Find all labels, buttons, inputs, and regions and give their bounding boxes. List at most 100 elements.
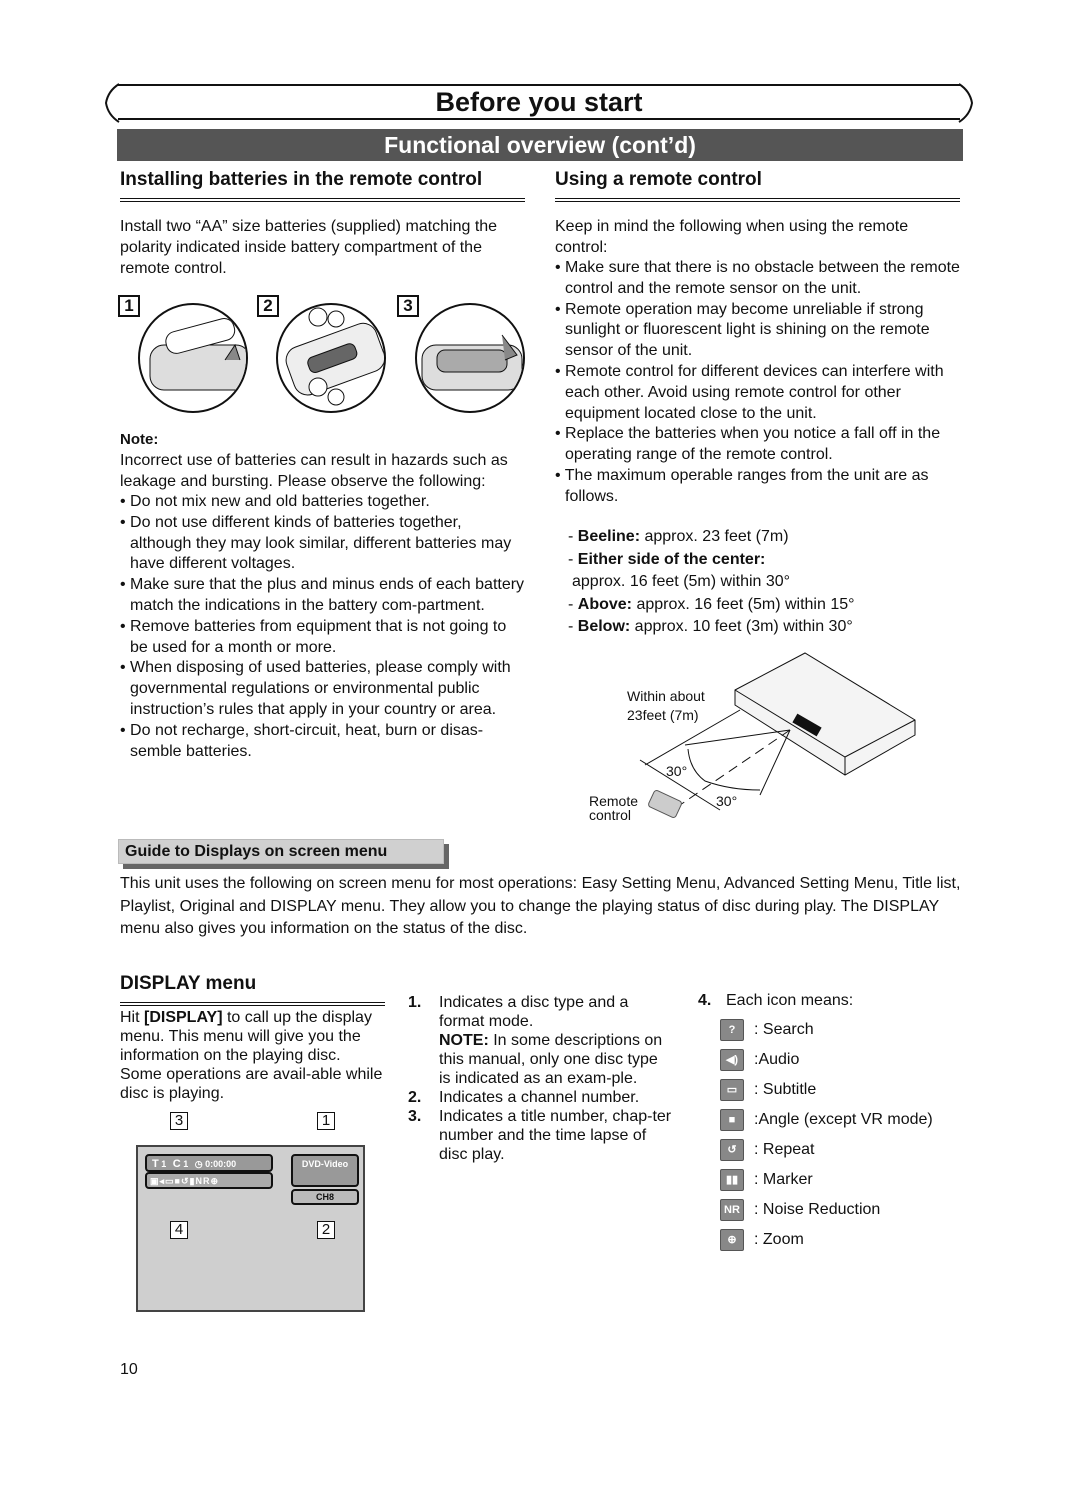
list-item: 1. Indicates a disc type and a format mod…	[408, 993, 673, 1031]
remote-heading: Using a remote control	[555, 168, 960, 202]
icon-legend-label: : Repeat	[754, 1141, 815, 1158]
icon-legend-item: ? : Search	[720, 1015, 968, 1045]
battery-step-1-image	[138, 303, 248, 413]
list-item: Make sure that the plus and minus ends o…	[120, 575, 525, 617]
list-item: Remote operation may become unreliable i…	[555, 300, 963, 362]
angle-icon: ■	[720, 1109, 744, 1131]
list-item: Remove batteries from equipment that is …	[120, 617, 525, 659]
angle-label: 30°	[716, 793, 738, 809]
elapsed-time: 0:00:00	[205, 1159, 237, 1169]
battery-precautions-list: Do not mix new and old batteries togethe…	[120, 492, 525, 762]
list-item: NOTE: In some descriptions on this manua…	[408, 1031, 673, 1088]
step-number: 3	[397, 295, 419, 317]
item-text: Indicates a disc type and a format mode.	[439, 994, 629, 1030]
zoom-icon: ⊕	[720, 1229, 744, 1251]
list-item: 2. Indicates a channel number.	[408, 1088, 673, 1107]
list-item: Do not mix new and old batteries togethe…	[120, 492, 525, 513]
battery-steps-illustration: 1 2 3	[118, 295, 528, 415]
list-item: 3. Indicates a title number, chap-ter num…	[408, 1107, 673, 1164]
icon-legend-item: ↺ : Repeat	[720, 1135, 968, 1165]
list-item: Do not use different kinds of batteries …	[120, 513, 525, 575]
list-item: Remote control for different devices can…	[555, 362, 963, 424]
icon-legend-item: NR : Noise Reduction	[720, 1195, 968, 1225]
item-text: NOTE: In some descriptions on this manua…	[428, 1031, 673, 1088]
diagram-text: Remote	[589, 793, 639, 809]
page-number: 10	[120, 1361, 138, 1378]
icon-legend-item: ◀) :Audio	[720, 1045, 968, 1075]
search-icon: ?	[720, 1019, 744, 1041]
item-number	[408, 1031, 428, 1088]
title-icon: T	[152, 1158, 159, 1170]
remote-tips-list: Make sure that there is no obstacle betw…	[555, 258, 963, 508]
marker-icon: ▮▮	[720, 1169, 744, 1191]
display-menu-explanations: 1. Indicates a disc type and a format mod…	[408, 993, 673, 1164]
chapter-title-text: Before you start	[435, 87, 643, 117]
icon-legend-label: : Noise Reduction	[754, 1201, 881, 1218]
guide-text: This unit uses the following on screen m…	[120, 875, 961, 937]
audio-icon: ◀)	[720, 1049, 744, 1071]
callout-number: 1	[317, 1112, 335, 1130]
osd-status-row: T 1 C 1 ◷ 0:00:00	[145, 1154, 273, 1172]
batteries-heading: Installing batteries in the remote contr…	[120, 168, 525, 202]
item-text: Indicates a channel number.	[439, 1089, 640, 1106]
icon-legend: 4. Each icon means: ?: Search ◀):Audio ▭: S…	[698, 991, 968, 1255]
display-menu-screen-illustration: T 1 C 1 ◷ 0:00:00 ▣◂▭■↺▮NR⊕ DVD-Video CH…	[130, 1110, 370, 1315]
angle-label: 30°	[666, 763, 688, 779]
icon-legend-label: : Zoom	[754, 1231, 804, 1248]
icon-legend-item: ■ :Angle (except VR mode)	[720, 1105, 968, 1135]
icon-legend-label: : Marker	[754, 1171, 813, 1188]
icon-legend-item: ▮▮ : Marker	[720, 1165, 968, 1195]
text: Hit	[120, 1009, 144, 1026]
clock-icon: ◷	[194, 1159, 203, 1169]
range-beeline: - Beeline: approx. 23 feet (7m)	[568, 528, 789, 545]
batteries-intro: Install two “AA” size batteries (supplie…	[120, 218, 498, 277]
range-either-side: - Either side of the center:	[568, 550, 766, 568]
display-menu-text: Hit [DISPLAY] to call up the display men…	[120, 1008, 385, 1103]
list-item: Replace the batteries when you notice a …	[555, 424, 963, 466]
diagram-remote-label: Remote control	[589, 794, 638, 822]
list-item: The maximum operable ranges from the uni…	[555, 466, 963, 508]
osd-icon-row: ▣◂▭■↺▮NR⊕	[145, 1172, 273, 1189]
callout-number: 3	[170, 1112, 188, 1130]
item-number: 1.	[408, 994, 422, 1011]
subtitle-icon: ▭	[720, 1079, 744, 1101]
remote-intro: Keep in mind the following when using th…	[555, 218, 909, 256]
range-either-side-value: approx. 16 feet (5m) within 30°	[572, 573, 791, 590]
diagram-text: control	[589, 807, 632, 823]
chapter-title: Before you start	[104, 83, 974, 123]
step-number: 2	[257, 295, 279, 317]
bracket-right-icon	[958, 83, 974, 123]
item-number: 4.	[698, 992, 712, 1009]
battery-step-3-image	[415, 303, 525, 413]
bracket-left-icon	[104, 83, 120, 123]
range-above: - Above: approx. 16 feet (5m) within 15°	[568, 595, 855, 613]
icon-legend-item: ⊕ : Zoom	[720, 1225, 968, 1255]
noise-reduction-icon: NR	[720, 1199, 744, 1221]
guide-heading: Guide to Displays on screen menu	[118, 839, 444, 864]
diagram-text: Within about	[627, 688, 705, 704]
callout-number: 4	[170, 1221, 188, 1239]
icon-legend-label: :Audio	[754, 1051, 800, 1068]
icon-legend-label: :Angle (except VR mode)	[754, 1111, 933, 1128]
range-below: - Below: approx. 10 feet (3m) within 30°	[568, 618, 853, 635]
diagram-distance-label: Within about 23feet (7m)	[627, 687, 705, 725]
title-number: 1	[161, 1159, 167, 1169]
remote-range-diagram: Within about 23feet (7m) 30° 30° Remote …	[580, 645, 930, 835]
item-text: Indicates a title number, chap-ter numbe…	[439, 1108, 672, 1163]
battery-step-2-image	[276, 303, 386, 413]
section-title: Functional overview (cont’d)	[117, 129, 963, 161]
repeat-icon: ↺	[720, 1139, 744, 1161]
osd-channel: CH8	[291, 1189, 359, 1205]
item-text: Each icon means:	[726, 992, 854, 1009]
icon-legend-label: : Search	[754, 1021, 814, 1038]
diagram-text: 23feet (7m)	[627, 707, 699, 723]
operable-ranges: - Beeline: approx. 23 feet (7m) - Either…	[562, 526, 962, 639]
note-label: NOTE:	[439, 1032, 489, 1049]
chapter-number: 1	[183, 1159, 189, 1169]
list-item: When disposing of used batteries, please…	[120, 658, 525, 720]
step-number: 1	[118, 295, 140, 317]
note-label: Note:	[120, 431, 159, 448]
note-text: Incorrect use of batteries can result in…	[120, 452, 508, 490]
display-menu-heading: DISPLAY menu	[120, 972, 385, 1006]
callout-number: 2	[317, 1221, 335, 1239]
